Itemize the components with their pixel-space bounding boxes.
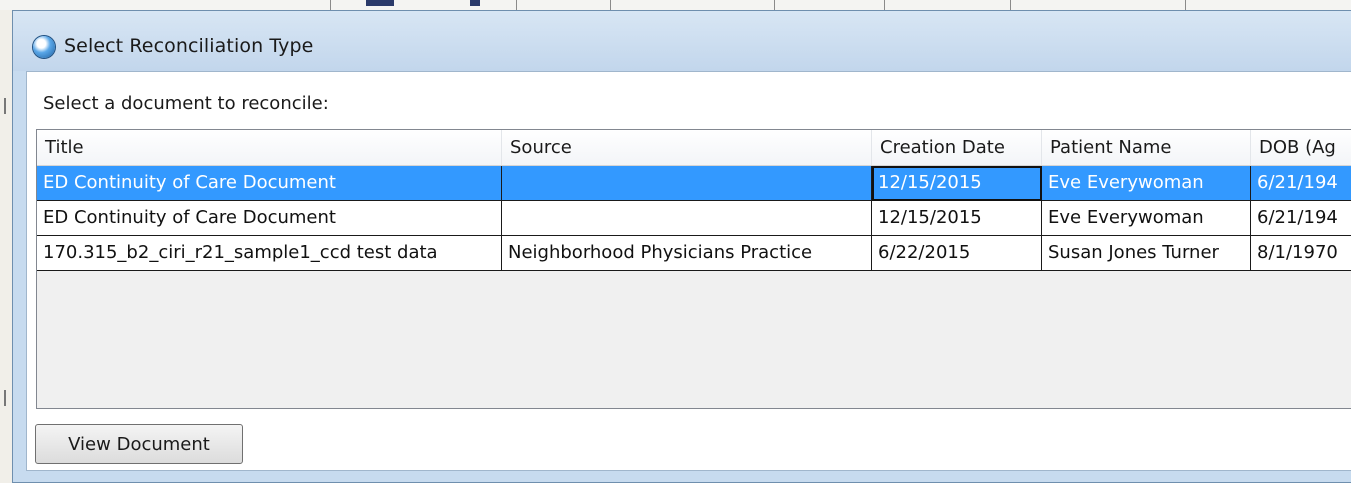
cell-dob[interactable]: 6/21/194 xyxy=(1251,166,1351,201)
select-reconciliation-dialog: Select Reconciliation Type Select a docu… xyxy=(12,10,1351,483)
column-header-title[interactable]: Title xyxy=(37,130,502,165)
cell-patient-name[interactable]: Susan Jones Turner xyxy=(1042,236,1251,271)
cell-creation-date[interactable]: 12/15/2015 xyxy=(872,201,1042,236)
cell-patient-name[interactable]: Eve Everywoman xyxy=(1042,166,1251,201)
cell-dob[interactable]: 6/21/194 xyxy=(1251,201,1351,236)
cell-source[interactable] xyxy=(502,166,872,201)
cell-title[interactable]: ED Continuity of Care Document xyxy=(37,201,502,236)
cell-patient-name[interactable]: Eve Everywoman xyxy=(1042,201,1251,236)
table-header: Title Source Creation Date Patient Name … xyxy=(37,130,1351,166)
view-document-button[interactable]: View Document xyxy=(35,424,243,464)
document-table[interactable]: Title Source Creation Date Patient Name … xyxy=(36,129,1351,409)
table-row[interactable]: ED Continuity of Care Document 12/15/201… xyxy=(37,201,1351,236)
cell-source[interactable]: Neighborhood Physicians Practice xyxy=(502,236,872,271)
cell-creation-date[interactable]: 12/15/2015 xyxy=(872,166,1042,201)
column-header-source[interactable]: Source xyxy=(502,130,872,165)
cell-title[interactable]: 170.315_b2_ciri_r21_sample1_ccd test dat… xyxy=(37,236,502,271)
table-row[interactable]: 170.315_b2_ciri_r21_sample1_ccd test dat… xyxy=(37,236,1351,271)
instruction-label: Select a document to reconcile: xyxy=(43,93,329,114)
app-globe-icon xyxy=(33,36,55,58)
cell-title[interactable]: ED Continuity of Care Document xyxy=(37,166,502,201)
column-header-dob[interactable]: DOB (Ag xyxy=(1251,130,1351,165)
window-title: Select Reconciliation Type xyxy=(64,35,314,57)
cell-source[interactable] xyxy=(502,201,872,236)
column-header-creation-date[interactable]: Creation Date xyxy=(872,130,1042,165)
title-bar[interactable]: Select Reconciliation Type xyxy=(13,11,1351,71)
column-header-patient-name[interactable]: Patient Name xyxy=(1042,130,1251,165)
cell-dob[interactable]: 8/1/1970 xyxy=(1251,236,1351,271)
background-app-edge xyxy=(0,10,12,483)
cell-creation-date[interactable]: 6/22/2015 xyxy=(872,236,1042,271)
dialog-content: Select a document to reconcile: Title So… xyxy=(26,71,1351,471)
table-row[interactable]: ED Continuity of Care Document 12/15/201… xyxy=(37,166,1351,201)
